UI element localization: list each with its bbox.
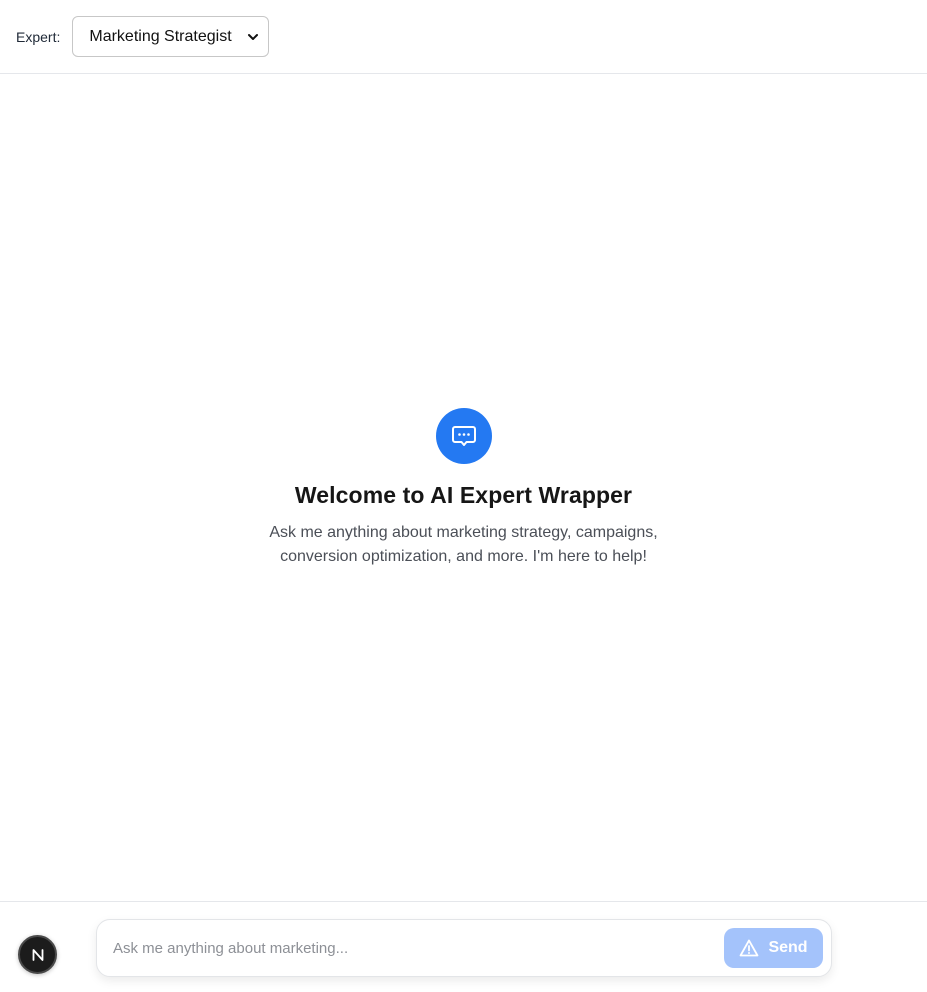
welcome-title: Welcome to AI Expert Wrapper: [294, 482, 633, 508]
expert-select-value: Marketing Strategist: [89, 27, 232, 45]
chat-bubble-icon: [435, 408, 492, 464]
expert-select[interactable]: Marketing Strategist: [72, 16, 270, 57]
warning-triangle-icon: [739, 939, 759, 957]
expert-label: Expert:: [16, 28, 61, 45]
message-composer: Send: [96, 919, 832, 977]
composer-bar: Send: [0, 901, 927, 992]
n-badge-icon[interactable]: [18, 935, 57, 974]
welcome-section: Welcome to AI Expert Wrapper Ask me anyt…: [0, 408, 927, 569]
chevron-down-icon: [246, 30, 260, 44]
top-header: Expert: Marketing Strategist: [0, 0, 927, 74]
send-button[interactable]: Send: [724, 928, 823, 968]
app-page: Expert: Marketing Strategist Welcome to …: [0, 0, 927, 992]
message-input[interactable]: [113, 928, 724, 968]
welcome-subtitle: Ask me anything about marketing strategy…: [269, 524, 658, 565]
send-label: Send: [768, 939, 808, 956]
